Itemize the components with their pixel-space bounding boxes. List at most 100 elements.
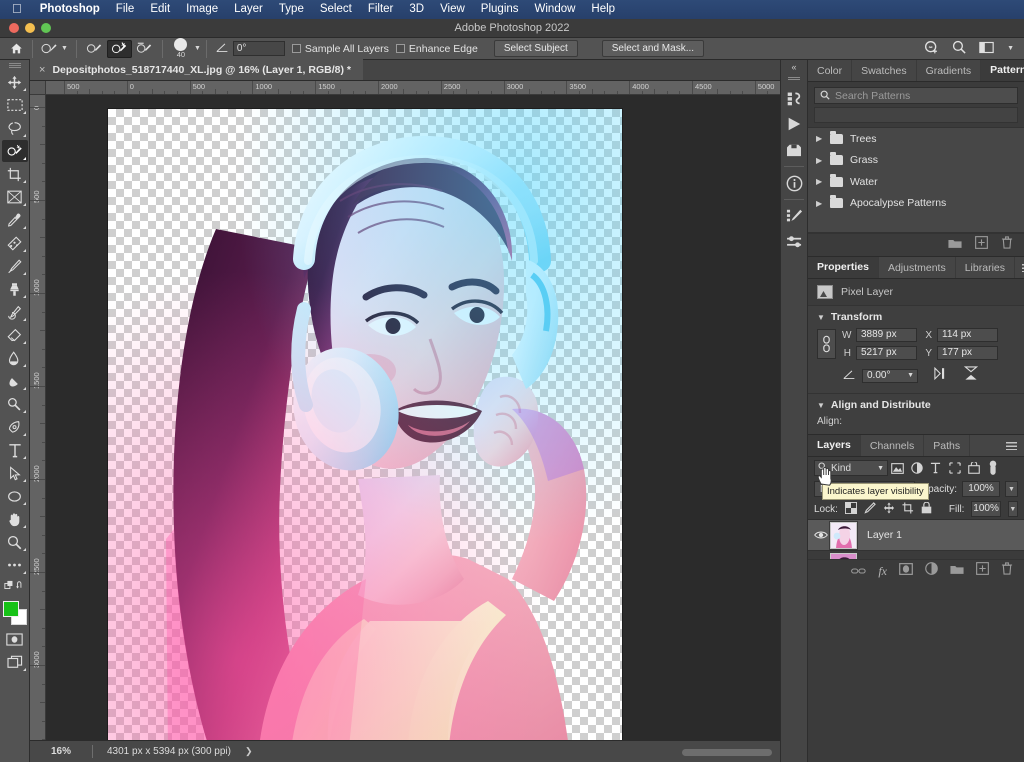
- select-and-mask-button[interactable]: Select and Mask...: [602, 40, 704, 57]
- table-row[interactable]: Layer 1: [808, 520, 1024, 551]
- path-selection-tool[interactable]: [2, 462, 28, 484]
- rectangular-marquee-tool[interactable]: [2, 94, 28, 116]
- chevron-right-icon[interactable]: ▶: [816, 199, 823, 208]
- layer-visibility-toggle[interactable]: [812, 530, 830, 540]
- y-input[interactable]: 177 px: [937, 346, 998, 360]
- menu-item-file[interactable]: File: [108, 0, 143, 19]
- tools-panel-grip[interactable]: [9, 63, 21, 68]
- fill-value[interactable]: 100%: [971, 501, 1000, 517]
- collapse-panels-icon[interactable]: «: [791, 62, 796, 74]
- lock-position-icon[interactable]: [883, 502, 895, 517]
- width-input[interactable]: 3889 px: [856, 328, 917, 342]
- flip-vertical-icon[interactable]: [964, 366, 978, 386]
- filter-type-layers-icon[interactable]: [926, 459, 945, 477]
- move-tool[interactable]: [2, 71, 28, 93]
- filter-pixel-layers-icon[interactable]: [888, 459, 907, 477]
- artboard-viewport[interactable]: [46, 95, 780, 740]
- menu-item-photoshop[interactable]: Photoshop: [32, 0, 108, 19]
- menu-item-type[interactable]: Type: [271, 0, 312, 19]
- apple-menu-icon[interactable]: : [8, 2, 32, 17]
- add-to-selection-button[interactable]: [107, 40, 132, 58]
- add-layer-mask-icon[interactable]: [899, 562, 913, 580]
- history-panel-icon[interactable]: [781, 85, 807, 111]
- lock-image-pixels-icon[interactable]: [864, 502, 876, 517]
- brush-size-control[interactable]: 40: [168, 38, 194, 59]
- new-selection-button[interactable]: [82, 40, 107, 58]
- brush-settings-icon[interactable]: [781, 203, 807, 229]
- hand-tool[interactable]: [2, 508, 28, 530]
- lock-all-icon[interactable]: [921, 502, 932, 517]
- layer-styles-fx-icon[interactable]: fx: [878, 564, 887, 579]
- layer-name[interactable]: Layer 1: [857, 529, 902, 541]
- zoom-tool[interactable]: [2, 531, 28, 553]
- height-input[interactable]: 5217 px: [856, 346, 917, 360]
- gradient-tool[interactable]: [2, 347, 28, 369]
- clone-stamp-tool[interactable]: [2, 278, 28, 300]
- opacity-stepper[interactable]: ▼: [1005, 481, 1018, 497]
- layer-filter-toggle[interactable]: [983, 459, 1002, 477]
- document-image-portrait[interactable]: [108, 109, 622, 740]
- properties-panel-menu-icon[interactable]: [1015, 257, 1024, 278]
- tab-libraries[interactable]: Libraries: [956, 257, 1015, 278]
- tab-adjustments[interactable]: Adjustments: [879, 257, 956, 278]
- quick-selection-tool[interactable]: [2, 140, 28, 162]
- menu-item-image[interactable]: Image: [178, 0, 226, 19]
- tab-gradients[interactable]: Gradients: [917, 60, 982, 81]
- spot-healing-brush-tool[interactable]: [2, 232, 28, 254]
- brush-preset-picker[interactable]: ▼: [38, 40, 71, 58]
- adjustments-sliders-icon[interactable]: [781, 229, 807, 255]
- blur-tool[interactable]: [2, 370, 28, 392]
- link-aspect-ratio-icon[interactable]: [817, 329, 836, 359]
- delete-layer-icon[interactable]: [1001, 562, 1013, 580]
- menu-item-filter[interactable]: Filter: [360, 0, 402, 19]
- menu-item-layer[interactable]: Layer: [226, 0, 271, 19]
- enhance-edge-checkbox[interactable]: [396, 44, 405, 53]
- patterns-search-box[interactable]: Search Patterns: [814, 87, 1018, 104]
- tab-patterns[interactable]: Patterns: [981, 60, 1024, 81]
- layers-panel-menu-icon[interactable]: [999, 435, 1024, 456]
- tab-layers[interactable]: Layers: [808, 435, 861, 456]
- filter-smart-objects-icon[interactable]: [964, 459, 983, 477]
- document-tab[interactable]: × Depositphotos_518717440_XL.jpg @ 16% (…: [30, 59, 363, 80]
- chevron-right-icon[interactable]: ▶: [816, 134, 823, 143]
- menu-item-plugins[interactable]: Plugins: [473, 0, 527, 19]
- rail-grip[interactable]: [788, 77, 800, 81]
- screen-mode-button[interactable]: [2, 651, 28, 673]
- horizontal-scrollbar[interactable]: [682, 749, 772, 756]
- new-adjustment-layer-icon[interactable]: [925, 562, 938, 580]
- foreground-color-swatch[interactable]: [3, 601, 19, 617]
- list-item[interactable]: ▶ Trees: [808, 128, 1024, 150]
- brush-size-chevron-icon[interactable]: ▼: [194, 45, 201, 52]
- select-subject-button[interactable]: Select Subject: [494, 40, 578, 57]
- tab-paths[interactable]: Paths: [924, 435, 970, 456]
- angle-input[interactable]: 0°: [233, 41, 285, 56]
- color-swatches[interactable]: [2, 600, 28, 626]
- subtract-from-selection-button[interactable]: [132, 40, 157, 58]
- new-layer-icon[interactable]: [976, 562, 989, 580]
- new-pattern-icon[interactable]: [975, 236, 988, 254]
- zoom-level[interactable]: 16%: [30, 746, 92, 757]
- pen-tool[interactable]: [2, 416, 28, 438]
- tab-properties[interactable]: Properties: [808, 257, 879, 278]
- align-section-title[interactable]: ▼ Align and Distribute: [808, 399, 1024, 411]
- new-group-icon[interactable]: [950, 562, 964, 580]
- workspace-layout-icon[interactable]: [979, 41, 994, 57]
- actions-play-icon[interactable]: [781, 111, 807, 137]
- list-item[interactable]: ▶ Water: [808, 171, 1024, 193]
- tab-color[interactable]: Color: [808, 60, 852, 81]
- new-pattern-group-icon[interactable]: [948, 236, 962, 254]
- x-input[interactable]: 114 px: [937, 328, 998, 342]
- fill-stepper[interactable]: ▼: [1008, 501, 1018, 517]
- rotation-angle-input[interactable]: 0.00° ▼: [862, 369, 918, 383]
- transform-section-title[interactable]: ▼ Transform: [808, 311, 1024, 323]
- patterns-tag-bar[interactable]: [814, 107, 1018, 123]
- chevron-right-icon[interactable]: ▶: [816, 177, 823, 186]
- menu-item-select[interactable]: Select: [312, 0, 360, 19]
- menu-item-help[interactable]: Help: [583, 0, 623, 19]
- workspace-chevron-down-icon[interactable]: ▼: [1007, 45, 1014, 52]
- lock-transparent-pixels-icon[interactable]: [845, 502, 857, 517]
- lasso-tool[interactable]: [2, 117, 28, 139]
- share-icon[interactable]: [924, 40, 939, 58]
- sample-all-layers-checkbox-row[interactable]: Sample All Layers: [292, 43, 389, 55]
- home-icon[interactable]: [6, 40, 27, 58]
